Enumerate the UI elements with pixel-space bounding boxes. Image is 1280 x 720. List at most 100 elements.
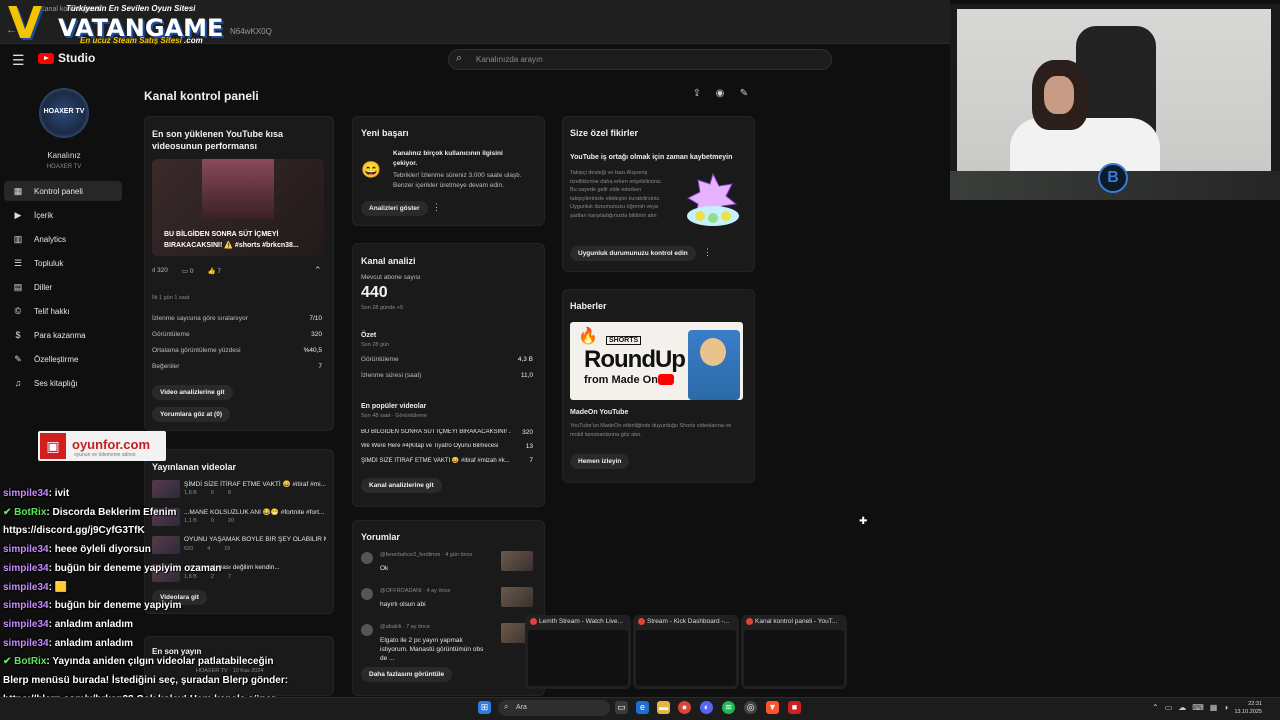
video-analytics-button[interactable]: Video analizlerine git — [152, 385, 233, 400]
bot-badge-icon: ✔ — [3, 506, 15, 518]
sidebar-item-4[interactable]: ▤ Diller — [4, 277, 122, 297]
chrome-icon[interactable]: ● — [678, 701, 691, 714]
brave-icon[interactable]: ▼ — [766, 701, 779, 714]
go-live-icon[interactable]: ◉ — [712, 86, 728, 102]
sidebar-item-label: Analytics — [34, 234, 67, 244]
sidebar-item-8[interactable]: ♫ Ses kitaplığı — [4, 373, 122, 393]
discord-icon[interactable]: ◐ — [700, 701, 713, 714]
popular-videos-sub: Son 48 saat · Görüntüleme — [361, 413, 428, 419]
comment-time: 7 ay önce — [406, 624, 430, 630]
video-thumbnail[interactable] — [152, 536, 180, 554]
sidebar-item-7[interactable]: ✎ Özelleştirme — [4, 349, 122, 369]
subscriber-delta: Son 28 günde +5 — [361, 305, 404, 311]
chat-message: simpile34: heee öyleli diyorsun — [3, 544, 151, 555]
sidebar-item-6[interactable]: $ Para kazanma — [4, 325, 122, 345]
latest-short-stats: ıl 320 ▭ 0 👍 7 — [152, 267, 221, 275]
show-analytics-button[interactable]: Analizleri göster — [361, 201, 428, 216]
summary-sub: Son 28 gün — [361, 342, 390, 348]
commenter-avatar[interactable] — [361, 552, 373, 564]
money-icon: $ — [15, 330, 21, 340]
task-preview-title: Kanal kontrol paneli - YouT... — [755, 618, 838, 625]
metric-row: Görüntüleme 320 — [152, 331, 322, 338]
comments-title: Yorumlar — [361, 532, 400, 542]
latest-short-title: En son yüklenen YouTube kısa videosunun … — [152, 129, 284, 151]
studio-logo[interactable]: Studio — [38, 51, 95, 65]
video-thumbnail[interactable] — [152, 480, 180, 498]
summary-value: 4,3 B — [517, 356, 533, 363]
taskbar-search[interactable] — [498, 700, 610, 716]
sidebar-item-0[interactable]: ▦ Kontrol paneli — [4, 181, 122, 201]
address-bar-text[interactable]: N64wKX0Q — [230, 27, 272, 36]
video-title[interactable]: OYUNU YAŞAMAK BÖYLE BİR ŞEY OLABİLİR M..… — [184, 536, 326, 543]
metric-value: 7/10 — [309, 315, 322, 322]
upload-icon[interactable]: ⇪ — [689, 86, 705, 102]
ideas-more-icon[interactable]: ⋮ — [703, 247, 712, 258]
brand-b-logo-icon: B — [1098, 163, 1128, 193]
chevron-up-icon[interactable]: ⌃ — [314, 265, 322, 276]
metric-row: Beğeniler 7 — [152, 363, 322, 370]
view-comments-button[interactable]: Yorumlara göz at (0) — [152, 407, 231, 422]
windows-start-icon[interactable]: ⊞ — [478, 701, 491, 714]
menu-icon[interactable]: ☰ — [12, 52, 25, 69]
comment-video-thumbnail[interactable] — [501, 551, 533, 571]
video-likes: 7 — [227, 574, 231, 580]
popular-video-value: 320 — [522, 429, 533, 436]
popular-video-title: We Were Here #4|Kitap ve Tiyatro Oyunu B… — [361, 443, 499, 449]
mouse-cursor-icon: ✚ — [859, 516, 868, 527]
chat-message: Blerp menüsü burada! İstediğini seç, şur… — [3, 675, 288, 686]
comment-time: 4 gün önce — [445, 552, 473, 558]
view-more-comments-button[interactable]: Daha fazlasını görüntüle — [361, 667, 453, 682]
popular-videos-title: En popüler videolar — [361, 403, 427, 410]
last-live-sub: HOAXER TV · 10 Kas 2024 — [196, 668, 264, 674]
chat-message: simpile34: buğün bir deneme yapiyim — [3, 600, 181, 611]
video-views: 620 — [184, 546, 194, 552]
video-likes: 20 — [227, 518, 235, 524]
video-comments: 0 — [210, 518, 214, 524]
youtube-logo-icon — [38, 52, 54, 64]
file-explorer-icon[interactable]: ▬ — [657, 701, 670, 714]
obs-icon[interactable]: ◎ — [744, 701, 757, 714]
channel-analytics-button[interactable]: Kanal analizlerine git — [361, 478, 442, 493]
taskbar-clock[interactable]: 22:31 13.10.2025 — [1222, 700, 1262, 716]
task-view-icon[interactable]: ▭ — [615, 701, 628, 714]
edge-icon[interactable]: e — [636, 701, 649, 714]
video-stats: 1,8 B 6 8 — [184, 490, 231, 496]
thumbnail-image — [202, 159, 274, 219]
popular-video-row[interactable]: BU BİLGİDEN SONRA SÜT İÇMEYİ BIRAKACAKSI… — [361, 429, 533, 436]
news-banner[interactable]: 🔥 SHORTS RoundUp from Made On — [570, 322, 743, 400]
chat-text: https://discord.gg/j9CyfG3TfK — [3, 525, 145, 537]
achievement-headline: Kanalınız birçok kullanıcının ilgisini ç… — [393, 150, 503, 167]
sidebar-item-1[interactable]: ▶ İçerik — [4, 205, 122, 225]
comment-video-thumbnail[interactable] — [501, 587, 533, 607]
task-preview-image — [744, 630, 844, 686]
commenter-avatar[interactable] — [361, 588, 373, 600]
comment-user[interactable]: @OFFROADANI — [380, 588, 422, 594]
popular-video-row[interactable]: We Were Here #4|Kitap ve Tiyatro Oyunu B… — [361, 443, 533, 450]
watch-now-button[interactable]: Hemen izleyin — [570, 454, 630, 469]
sidebar-item-5[interactable]: © Telif hakkı — [4, 301, 122, 321]
chat-username: simpile34 — [3, 562, 49, 574]
bot-badge-icon: ✔ — [3, 656, 15, 668]
comment-user[interactable]: @fenerbahce3_ferdiimm — [380, 552, 440, 558]
channel-handle: HOAXER TV — [46, 164, 82, 170]
video-title[interactable]: ŞİMDİ SİZE İTİRAF ETME VAKTİ 😄 #itiraf #… — [184, 480, 326, 488]
video-title[interactable]: ...MANE KOLSUZLUK ANI 😂😁 #fortnite #fort… — [184, 508, 326, 516]
comment-user[interactable]: @abakili — [380, 624, 401, 630]
sidebar-item-2[interactable]: ▥ Analytics — [4, 229, 122, 249]
last-live-title: En son yayın — [152, 647, 202, 656]
achievement-body: Tebrikler! İzlenme süreniz 3.000 saate u… — [393, 172, 522, 189]
commenter-avatar[interactable] — [361, 624, 373, 636]
app-icon[interactable]: ■ — [788, 701, 801, 714]
sidebar-item-3[interactable]: ☰ Topluluk — [4, 253, 122, 273]
create-post-icon[interactable]: ✎ — [736, 86, 752, 102]
check-eligibility-button[interactable]: Uygunluk durumunuzu kontrol edin — [570, 246, 696, 261]
comment-icon: ▭ — [181, 268, 190, 275]
spotify-icon[interactable]: ≋ — [722, 701, 735, 714]
community-icon: ☰ — [13, 257, 23, 268]
popular-video-row[interactable]: ŞİMDİ SİZE İTİRAF ETME VAKTİ 😄 #itiraf #… — [361, 457, 533, 464]
chat-text: : Yayında aniden çılgın videolar patlata… — [46, 656, 274, 668]
task-preview-image — [636, 630, 736, 686]
sidebar-item-label: Kontrol paneli — [34, 186, 83, 196]
summary-row: İzlenme süresi (saat) 11,0 — [361, 372, 533, 379]
more-options-icon[interactable]: ⋮ — [432, 202, 441, 213]
